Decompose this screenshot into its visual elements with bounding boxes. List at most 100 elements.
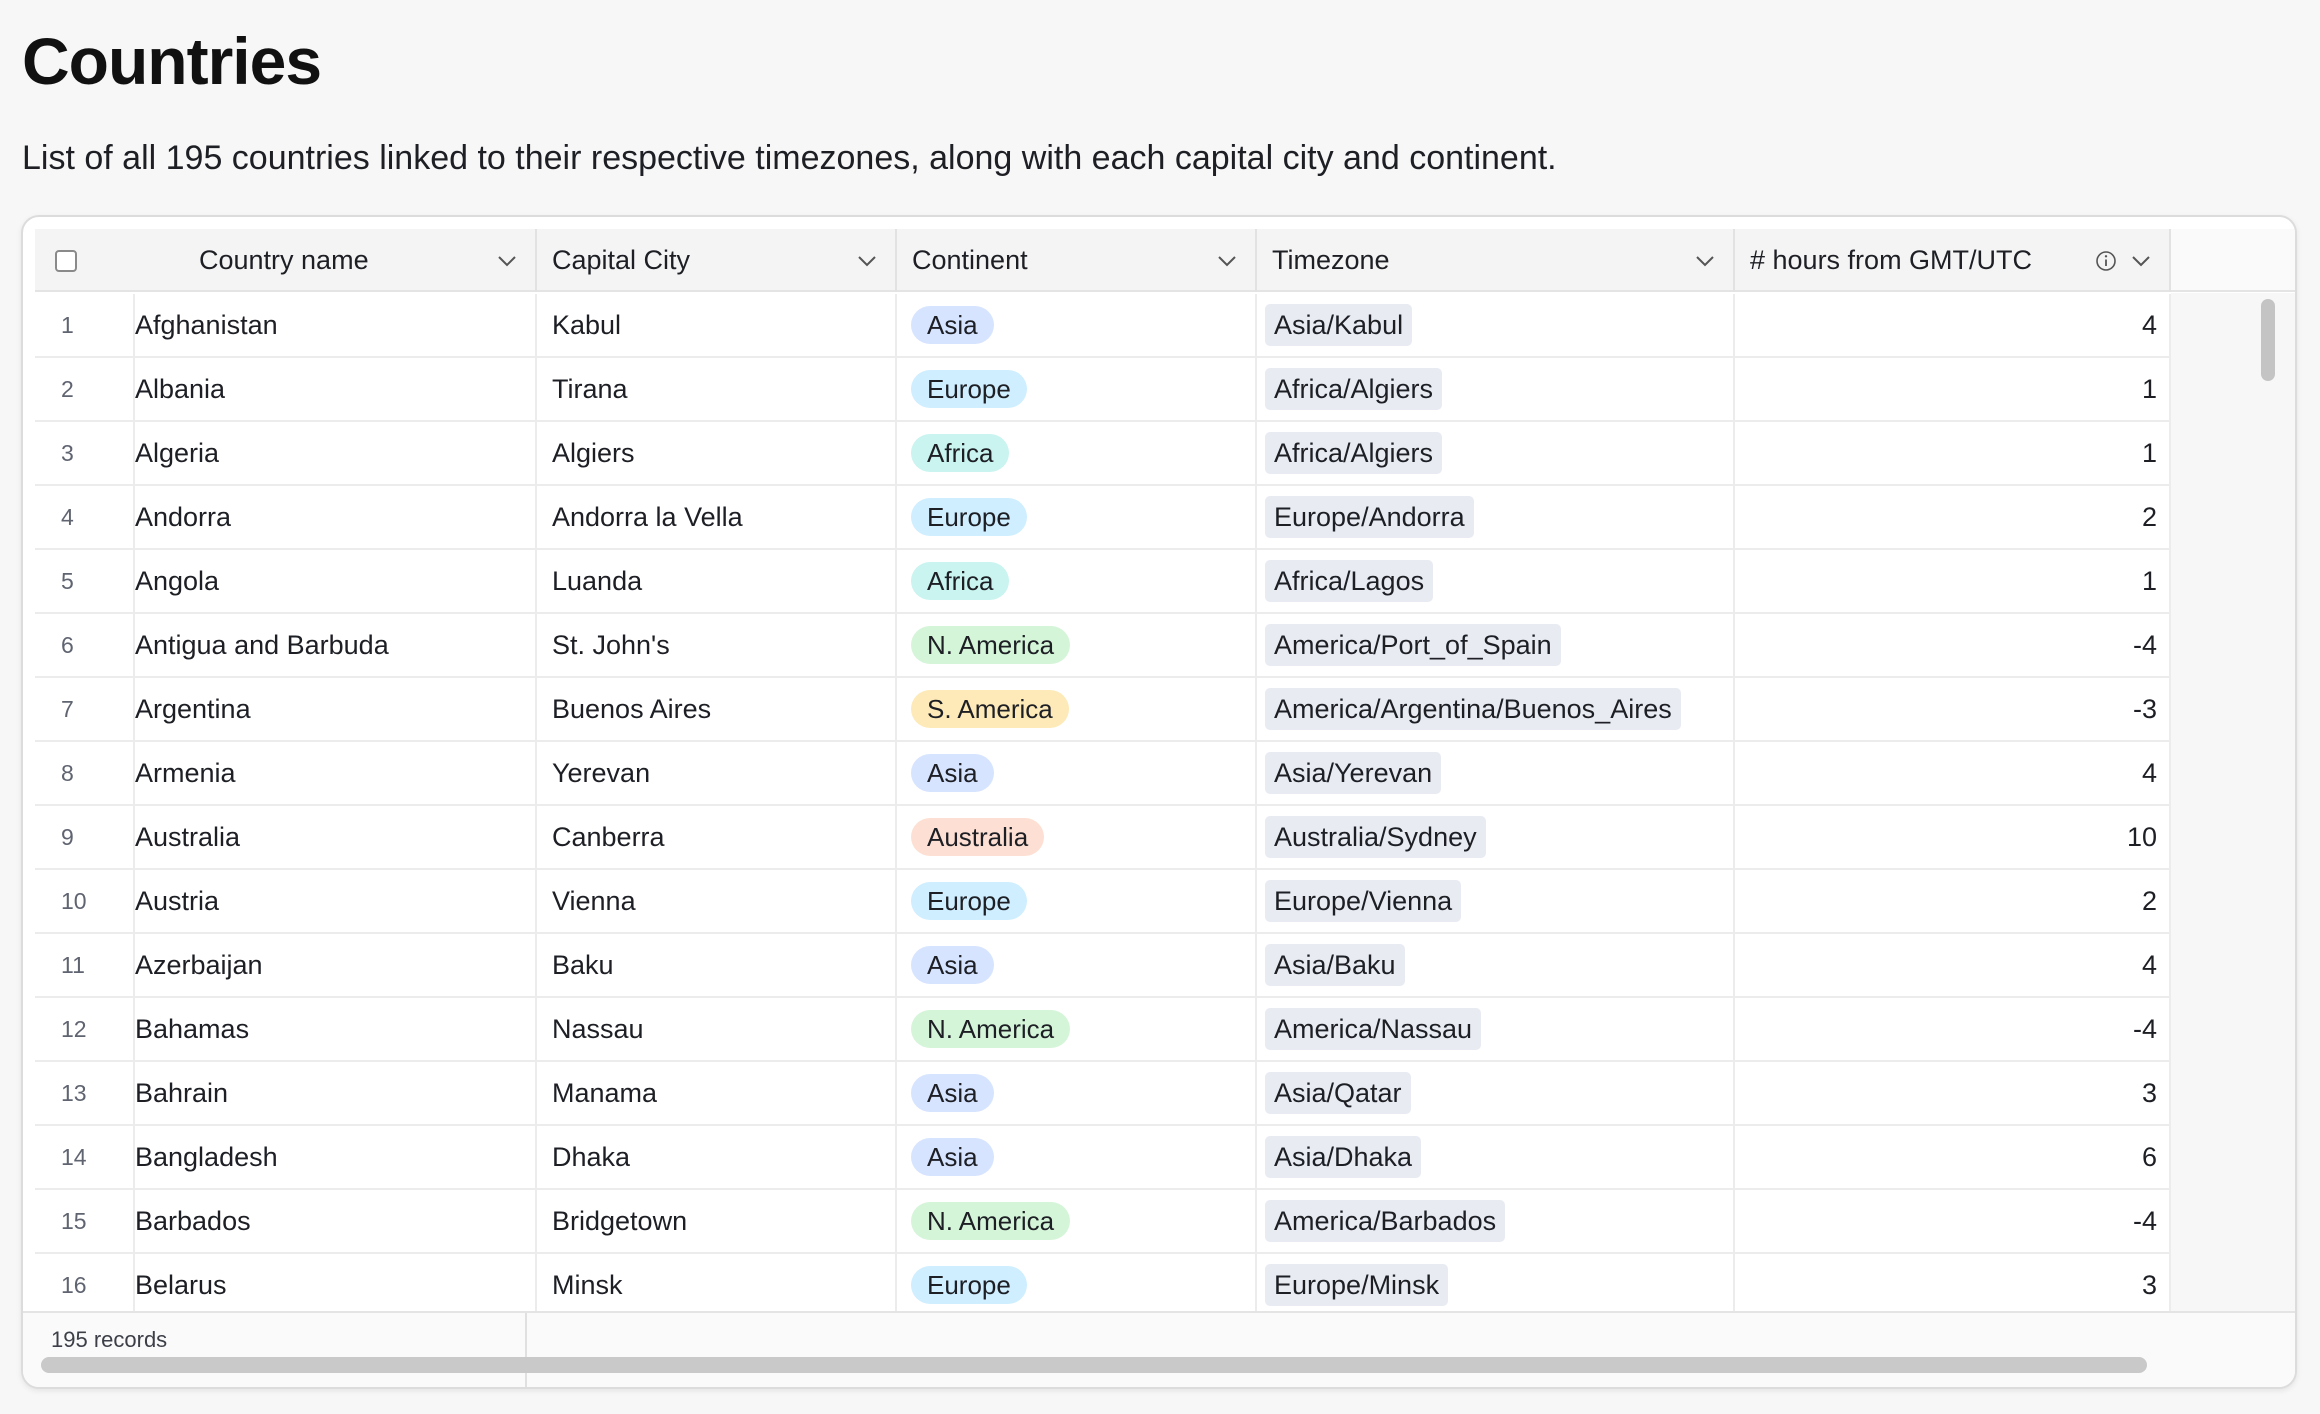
timezone-cell[interactable]: America/Nassau — [1257, 998, 1735, 1060]
country-name-cell[interactable]: Albania — [135, 358, 537, 420]
capital-city-cell[interactable]: Kabul — [537, 294, 897, 356]
capital-city-cell[interactable]: Bridgetown — [537, 1190, 897, 1252]
capital-city-cell[interactable]: Canberra — [537, 806, 897, 868]
capital-city-cell[interactable]: Dhaka — [537, 1126, 897, 1188]
chevron-down-icon[interactable] — [2125, 245, 2157, 277]
chevron-down-icon[interactable] — [851, 245, 883, 277]
timezone-chip[interactable]: Europe/Vienna — [1265, 880, 1462, 922]
gmt-offset-cell[interactable]: -4 — [1735, 614, 2171, 676]
continent-cell[interactable]: Africa — [897, 422, 1257, 484]
table-row[interactable]: 12 Bahamas Nassau N. America America/Nassau -… — [35, 998, 2171, 1062]
gmt-offset-cell[interactable]: 1 — [1735, 358, 2171, 420]
timezone-chip[interactable]: Europe/Minsk — [1265, 1264, 1449, 1306]
table-row[interactable]: 14 Bangladesh Dhaka Asia Asia/Dhaka 6 — [35, 1126, 2171, 1190]
capital-city-cell[interactable]: Buenos Aires — [537, 678, 897, 740]
continent-cell[interactable]: Europe — [897, 486, 1257, 548]
capital-city-cell[interactable]: Baku — [537, 934, 897, 996]
country-name-cell[interactable]: Afghanistan — [135, 294, 537, 356]
timezone-chip[interactable]: Africa/Algiers — [1265, 432, 1443, 474]
timezone-cell[interactable]: Asia/Baku — [1257, 934, 1735, 996]
table-row[interactable]: 1 Afghanistan Kabul Asia Asia/Kabul 4 — [35, 294, 2171, 358]
capital-city-cell[interactable]: Vienna — [537, 870, 897, 932]
continent-cell[interactable]: N. America — [897, 998, 1257, 1060]
table-row[interactable]: 11 Azerbaijan Baku Asia Asia/Baku 4 — [35, 934, 2171, 998]
timezone-chip[interactable]: Australia/Sydney — [1265, 816, 1486, 858]
timezone-cell[interactable]: Asia/Dhaka — [1257, 1126, 1735, 1188]
gmt-offset-cell[interactable]: -3 — [1735, 678, 2171, 740]
gmt-offset-cell[interactable]: 3 — [1735, 1254, 2171, 1316]
gmt-offset-cell[interactable]: 2 — [1735, 486, 2171, 548]
table-row[interactable]: 13 Bahrain Manama Asia Asia/Qatar 3 — [35, 1062, 2171, 1126]
select-all-checkbox[interactable] — [55, 249, 77, 272]
table-row[interactable]: 5 Angola Luanda Africa Africa/Lagos 1 — [35, 550, 2171, 614]
table-row[interactable]: 15 Barbados Bridgetown N. America America/Ba… — [35, 1190, 2171, 1254]
timezone-cell[interactable]: Asia/Kabul — [1257, 294, 1735, 356]
continent-cell[interactable]: Africa — [897, 550, 1257, 612]
timezone-chip[interactable]: America/Argentina/Buenos_Aires — [1265, 688, 1681, 730]
info-icon[interactable] — [2093, 248, 2119, 274]
timezone-cell[interactable]: Africa/Algiers — [1257, 358, 1735, 420]
chevron-down-icon[interactable] — [1211, 245, 1243, 277]
gmt-offset-cell[interactable]: 1 — [1735, 422, 2171, 484]
country-name-cell[interactable]: Azerbaijan — [135, 934, 537, 996]
country-name-cell[interactable]: Belarus — [135, 1254, 537, 1316]
country-name-cell[interactable]: Antigua and Barbuda — [135, 614, 537, 676]
capital-city-cell[interactable]: Andorra la Vella — [537, 486, 897, 548]
country-name-cell[interactable]: Bahrain — [135, 1062, 537, 1124]
gmt-offset-cell[interactable]: 6 — [1735, 1126, 2171, 1188]
continent-cell[interactable]: Asia — [897, 1126, 1257, 1188]
column-header-continent[interactable]: Continent — [897, 229, 1257, 292]
capital-city-cell[interactable]: Nassau — [537, 998, 897, 1060]
timezone-cell[interactable]: Africa/Algiers — [1257, 422, 1735, 484]
table-row[interactable]: 6 Antigua and Barbuda St. John's N. America… — [35, 614, 2171, 678]
capital-city-cell[interactable]: Manama — [537, 1062, 897, 1124]
table-row[interactable]: 2 Albania Tirana Europe Africa/Algiers 1 — [35, 358, 2171, 422]
column-header-hours-from-gmt[interactable]: # hours from GMT/UTC — [1735, 229, 2171, 292]
continent-cell[interactable]: Australia — [897, 806, 1257, 868]
country-name-cell[interactable]: Barbados — [135, 1190, 537, 1252]
continent-cell[interactable]: Asia — [897, 742, 1257, 804]
chevron-down-icon[interactable] — [491, 245, 523, 277]
timezone-cell[interactable]: Australia/Sydney — [1257, 806, 1735, 868]
gmt-offset-cell[interactable]: 4 — [1735, 294, 2171, 356]
continent-cell[interactable]: Europe — [897, 870, 1257, 932]
gmt-offset-cell[interactable]: -4 — [1735, 998, 2171, 1060]
capital-city-cell[interactable]: Luanda — [537, 550, 897, 612]
timezone-chip[interactable]: Asia/Baku — [1265, 944, 1405, 986]
timezone-chip[interactable]: Asia/Kabul — [1265, 304, 1413, 346]
country-name-cell[interactable]: Australia — [135, 806, 537, 868]
column-header-country-name[interactable]: Country name — [35, 229, 537, 292]
column-header-capital-city[interactable]: Capital City — [537, 229, 897, 292]
gmt-offset-cell[interactable]: 1 — [1735, 550, 2171, 612]
continent-cell[interactable]: Asia — [897, 294, 1257, 356]
timezone-chip[interactable]: Europe/Andorra — [1265, 496, 1474, 538]
country-name-cell[interactable]: Austria — [135, 870, 537, 932]
timezone-chip[interactable]: America/Nassau — [1265, 1008, 1482, 1050]
vertical-scrollbar[interactable] — [2261, 299, 2275, 381]
horizontal-scrollbar[interactable] — [41, 1357, 2147, 1373]
country-name-cell[interactable]: Angola — [135, 550, 537, 612]
table-row[interactable]: 16 Belarus Minsk Europe Europe/Minsk 3 — [35, 1254, 2171, 1318]
table-row[interactable]: 3 Algeria Algiers Africa Africa/Algiers 1 — [35, 422, 2171, 486]
gmt-offset-cell[interactable]: 10 — [1735, 806, 2171, 868]
continent-cell[interactable]: S. America — [897, 678, 1257, 740]
country-name-cell[interactable]: Bangladesh — [135, 1126, 537, 1188]
capital-city-cell[interactable]: Algiers — [537, 422, 897, 484]
timezone-chip[interactable]: America/Port_of_Spain — [1265, 624, 1561, 666]
continent-cell[interactable]: N. America — [897, 1190, 1257, 1252]
continent-cell[interactable]: Europe — [897, 1254, 1257, 1316]
timezone-cell[interactable]: Asia/Qatar — [1257, 1062, 1735, 1124]
table-row[interactable]: 8 Armenia Yerevan Asia Asia/Yerevan 4 — [35, 742, 2171, 806]
continent-cell[interactable]: Europe — [897, 358, 1257, 420]
gmt-offset-cell[interactable]: -4 — [1735, 1190, 2171, 1252]
timezone-chip[interactable]: America/Barbados — [1265, 1200, 1506, 1242]
column-header-timezone[interactable]: Timezone — [1257, 229, 1735, 292]
timezone-chip[interactable]: Asia/Qatar — [1265, 1072, 1411, 1114]
timezone-chip[interactable]: Asia/Yerevan — [1265, 752, 1442, 794]
table-row[interactable]: 9 Australia Canberra Australia Australia/Syd… — [35, 806, 2171, 870]
continent-cell[interactable]: Asia — [897, 1062, 1257, 1124]
capital-city-cell[interactable]: St. John's — [537, 614, 897, 676]
capital-city-cell[interactable]: Minsk — [537, 1254, 897, 1316]
continent-cell[interactable]: N. America — [897, 614, 1257, 676]
timezone-cell[interactable]: Europe/Andorra — [1257, 486, 1735, 548]
